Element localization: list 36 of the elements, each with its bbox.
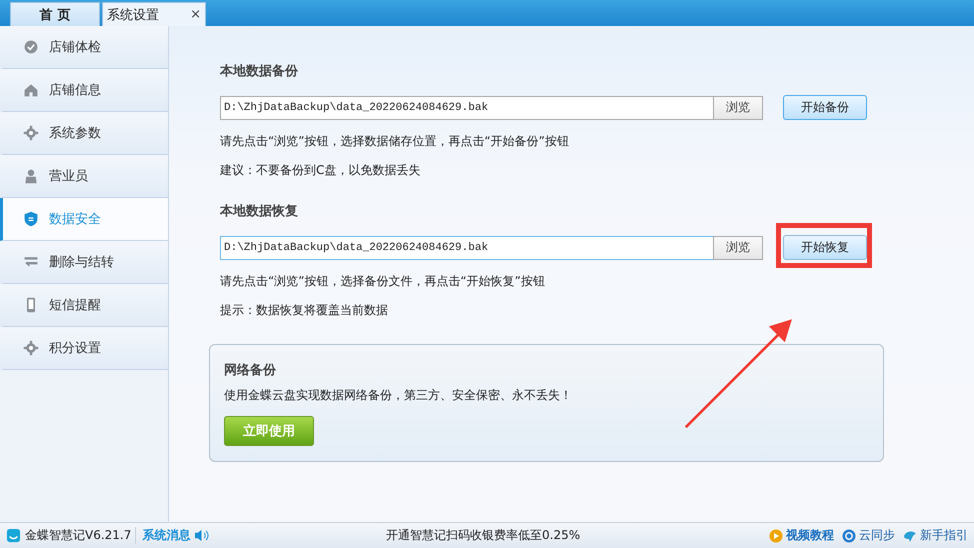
start-backup-button[interactable]: 开始备份 [783, 95, 867, 120]
panel-text: 使用金蝶云盘实现数据网络备份，第三方、安全保密、永不丢失！ [224, 387, 572, 404]
sidebar-item[interactable]: 删除与结转 [0, 241, 168, 284]
hint-text: 提示：数据恢复将覆盖当前数据 [220, 303, 388, 318]
start-restore-button[interactable]: 开始恢复 [783, 235, 867, 260]
play-icon [769, 528, 783, 542]
speaker-icon[interactable] [194, 529, 210, 542]
shield-icon [23, 211, 39, 227]
path-field[interactable]: D:\ZhjDataBackup\data_20220624084629.bak [220, 236, 714, 260]
person-icon [23, 168, 39, 184]
tab[interactable]: 系统设置 × [102, 2, 206, 26]
sidebar-item[interactable]: 积分设置 [0, 327, 168, 370]
tab[interactable]: 首 页 [10, 2, 100, 26]
sidebar-item[interactable]: 店铺信息 [0, 69, 168, 112]
video-tutorial-link[interactable]: 视频教程 [786, 527, 834, 544]
check-circle-icon [23, 39, 39, 55]
hint-text: 请先点击“浏览”按钮，选择备份文件，再点击“开始恢复”按钮 [220, 274, 545, 289]
close-icon[interactable]: × [190, 7, 201, 22]
sidebar-item[interactable]: 短信提醒 [0, 284, 168, 327]
browse-button[interactable]: 浏览 [713, 236, 763, 260]
house-icon [23, 82, 39, 98]
app-version: 金蝶智慧记V6.21.7 [25, 527, 136, 544]
panel-title: 网络备份 [224, 362, 276, 379]
section-title: 本地数据备份 [220, 63, 298, 80]
promo-text: 开通智慧记扫码收银费率低至0.25% [386, 527, 582, 544]
sidebar-item[interactable]: 营业员 [0, 155, 168, 198]
browse-button[interactable]: 浏览 [713, 96, 763, 120]
hint-text: 请先点击“浏览”按钮，选择数据储存位置，再点击“开始备份”按钮 [220, 134, 569, 149]
hint-text: 建议：不要备份到C盘，以免数据丢失 [220, 163, 420, 178]
sidebar-item[interactable]: 系统参数 [0, 112, 168, 155]
sidebar-item[interactable]: 店铺体检 [0, 26, 168, 69]
beginner-guide-link[interactable]: 新手指引 [920, 527, 968, 544]
path-field[interactable]: D:\ZhjDataBackup\data_20220624084629.bak [220, 96, 714, 120]
cloud-sync-link[interactable]: 云同步 [859, 527, 895, 544]
section-title: 本地数据恢复 [220, 203, 298, 220]
logo-icon [6, 528, 21, 543]
